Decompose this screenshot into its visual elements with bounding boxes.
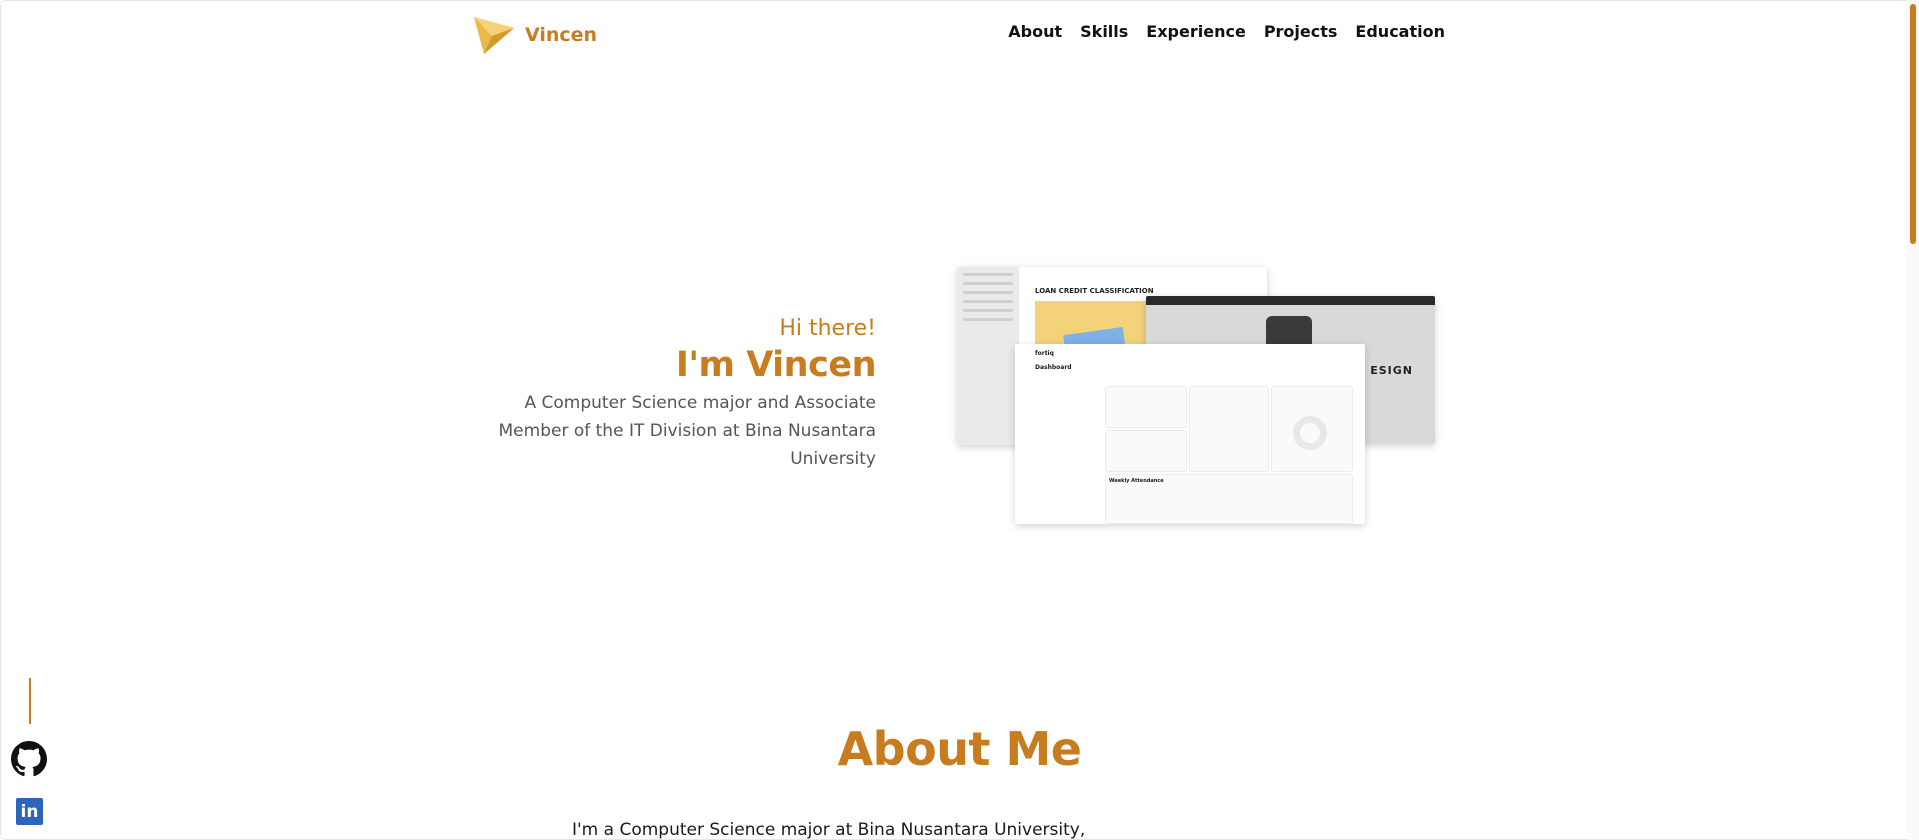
scrollbar-thumb[interactable]: [1910, 4, 1916, 244]
nav-skills[interactable]: Skills: [1080, 22, 1128, 41]
dash-panel: [1189, 386, 1269, 472]
social-divider: [29, 678, 31, 724]
hero-greeting: Hi there!: [779, 316, 876, 341]
hero-description: A Computer Science major and Associate M…: [498, 393, 876, 469]
dash-panel: [1105, 386, 1187, 428]
about-body: I'm a Computer Science major at Bina Nus…: [572, 820, 1086, 840]
brand-logo[interactable]: Vincen: [472, 14, 597, 56]
projects-collage: LOAN CREDIT CLASSIFICATION ESIGN fortiq …: [955, 266, 1437, 524]
nav-projects[interactable]: Projects: [1264, 22, 1338, 41]
scrollbar[interactable]: [1907, 0, 1919, 840]
brand-name: Vincen: [525, 24, 598, 46]
linkedin-icon[interactable]: in: [16, 798, 43, 825]
project-sidebar: [957, 267, 1019, 445]
dashboard-brand: fortiq: [1035, 350, 1054, 357]
watch-design-text: ESIGN: [1370, 364, 1413, 377]
hero-headline: I'm Vincen: [675, 345, 877, 385]
github-icon[interactable]: [11, 741, 47, 777]
dash-panel: [1105, 430, 1187, 472]
nav-experience[interactable]: Experience: [1146, 22, 1246, 41]
weekly-attendance: Weekly Attendance: [1109, 478, 1164, 484]
main-nav: About Skills Experience Projects Educati…: [1008, 22, 1445, 41]
nav-about[interactable]: About: [1008, 22, 1062, 41]
dashboard-title: Dashboard: [1035, 364, 1072, 371]
nav-education[interactable]: Education: [1355, 22, 1445, 41]
linkedin-text: in: [20, 801, 39, 822]
paper-plane-icon: [474, 17, 514, 54]
project-card-dashboard: fortiq Dashboard Weekly Attendance: [1015, 344, 1365, 524]
donut-chart: [1293, 416, 1327, 450]
about-title: About Me: [837, 722, 1082, 776]
loan-title: LOAN CREDIT CLASSIFICATION: [1035, 287, 1154, 295]
hero-intro: Hi there! I'm Vincen A Computer Science …: [456, 316, 877, 473]
watch-topbar: [1146, 296, 1435, 305]
